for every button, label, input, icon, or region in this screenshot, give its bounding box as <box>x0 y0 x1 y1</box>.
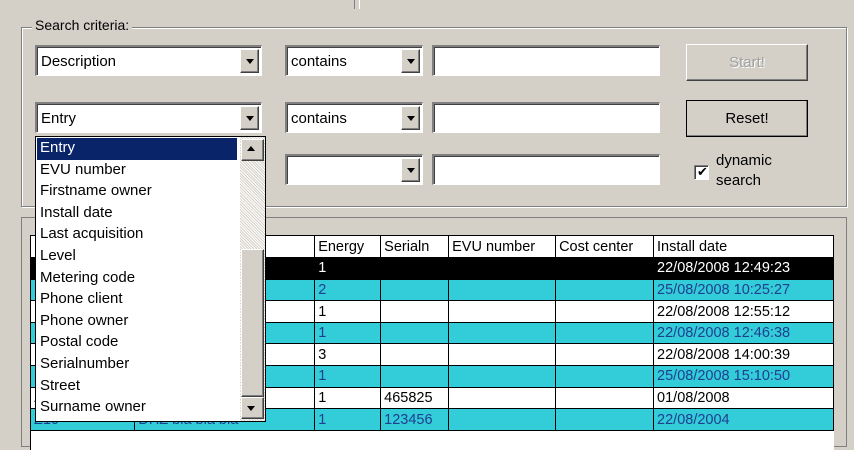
column-header[interactable]: EVU number <box>448 236 557 259</box>
scroll-up-button[interactable] <box>241 139 264 161</box>
top-strip <box>0 0 854 9</box>
chevron-up-icon <box>247 146 255 151</box>
dropdown-item[interactable]: Firstname owner <box>37 181 237 203</box>
dropdown-item[interactable]: Last acquisition <box>37 224 237 246</box>
table-cell <box>448 365 557 388</box>
table-cell <box>448 322 557 345</box>
column-header[interactable]: Serialn <box>380 236 450 259</box>
table-cell: 2 <box>314 279 382 302</box>
dropdown-arrow-button[interactable] <box>401 158 420 182</box>
column-header[interactable]: Install date <box>653 236 834 259</box>
dropdown-item[interactable]: Install date <box>37 203 237 225</box>
table-cell <box>555 322 655 345</box>
table-cell: 25/08/2008 15:10:50 <box>653 365 834 388</box>
table-cell <box>555 365 655 388</box>
table-cell <box>448 257 557 280</box>
table-cell <box>448 300 557 323</box>
field-dropdown-list[interactable]: Entry EVU number Firstname owner Install da… <box>35 136 266 422</box>
dynamic-search-checkbox[interactable]: ✔ <box>694 164 709 180</box>
table-cell: 22/08/2008 12:49:23 <box>653 257 834 280</box>
operator-select-1[interactable]: contains <box>285 45 423 76</box>
table-cell <box>555 300 655 323</box>
table-cell: 1 <box>314 408 382 431</box>
table-cell: 1 <box>314 257 382 280</box>
operator-select-2-value: contains <box>291 110 347 127</box>
search-criteria-title: Search criteria: <box>32 17 133 33</box>
table-cell: 1 <box>314 300 382 323</box>
table-cell <box>380 257 450 280</box>
reset-button[interactable]: Reset! <box>686 100 808 137</box>
table-cell <box>448 343 557 367</box>
column-header[interactable]: Cost center <box>555 236 655 259</box>
table-cell <box>380 300 450 323</box>
table-cell <box>555 343 655 367</box>
chevron-down-icon <box>246 59 254 64</box>
table-cell <box>380 322 450 345</box>
splitter[interactable] <box>354 0 360 9</box>
search-value-input-1[interactable] <box>432 45 660 76</box>
table-cell <box>555 408 655 431</box>
table-cell <box>380 279 450 302</box>
dropdown-arrow-button[interactable] <box>240 106 259 130</box>
dropdown-item[interactable]: EVU number <box>37 160 237 182</box>
dropdown-item[interactable]: Phone owner <box>37 311 237 333</box>
search-value-input-2[interactable] <box>432 102 660 133</box>
table-cell: 1 <box>314 387 382 410</box>
table-cell: 123456 <box>380 408 450 431</box>
table-cell: 1 <box>314 365 382 388</box>
table-cell: 22/08/2008 12:46:38 <box>653 322 834 345</box>
column-header[interactable]: Energy <box>314 236 382 259</box>
search-value-input-3[interactable] <box>432 154 660 185</box>
dropdown-arrow-button[interactable] <box>401 49 420 73</box>
table-cell: 3 <box>314 343 382 367</box>
dropdown-item[interactable]: Level <box>37 246 237 268</box>
dropdown-arrow-button[interactable] <box>401 106 420 130</box>
dropdown-arrow-button[interactable] <box>240 49 259 73</box>
dropdown-item[interactable]: Metering code <box>37 268 237 290</box>
table-cell: 22/08/2008 14:00:39 <box>653 343 834 367</box>
table-cell: 22/08/2004 <box>653 408 834 431</box>
dropdown-item[interactable]: Surname owner <box>37 397 237 419</box>
dropdown-item[interactable]: Serialnumber <box>37 354 237 376</box>
table-cell <box>448 408 557 431</box>
chevron-down-icon <box>407 59 415 64</box>
field-select-2-value: Entry <box>41 110 77 127</box>
table-cell <box>380 365 450 388</box>
table-cell: 25/08/2008 10:25:27 <box>653 279 834 302</box>
dropdown-scrollbar[interactable] <box>240 137 265 421</box>
field-select-1[interactable]: Description <box>35 45 262 76</box>
scroll-down-button[interactable] <box>241 397 264 419</box>
chevron-down-icon <box>407 116 415 121</box>
table-cell <box>555 257 655 280</box>
checkmark-icon: ✔ <box>697 164 708 179</box>
scroll-thumb[interactable] <box>241 249 264 397</box>
field-select-1-value: Description <box>41 53 117 70</box>
dropdown-item[interactable]: Phone client <box>37 289 237 311</box>
table-cell: 01/08/2008 <box>653 387 834 410</box>
dropdown-item[interactable]: Postal code <box>37 332 237 354</box>
dynamic-search-label: dynamic search <box>716 151 796 191</box>
table-cell: 1 <box>314 322 382 345</box>
table-cell <box>448 279 557 302</box>
operator-select-3[interactable] <box>285 154 423 185</box>
field-select-2[interactable]: Entry <box>35 102 262 133</box>
table-cell <box>380 343 450 367</box>
table-cell <box>448 387 557 410</box>
dropdown-item[interactable]: Street <box>37 376 237 398</box>
table-cell: 465825 <box>380 387 450 410</box>
operator-select-1-value: contains <box>291 53 347 70</box>
chevron-down-icon <box>407 168 415 173</box>
table-cell: 22/08/2008 12:55:12 <box>653 300 834 323</box>
table-cell <box>555 279 655 302</box>
chevron-down-icon <box>247 406 255 411</box>
dropdown-item[interactable]: Entry <box>37 138 237 160</box>
dynamic-search-label-text: dynamic search <box>716 152 772 189</box>
operator-select-2[interactable]: contains <box>285 102 423 133</box>
table-cell <box>555 387 655 410</box>
chevron-down-icon <box>246 116 254 121</box>
start-button[interactable]: Start! <box>686 44 808 81</box>
